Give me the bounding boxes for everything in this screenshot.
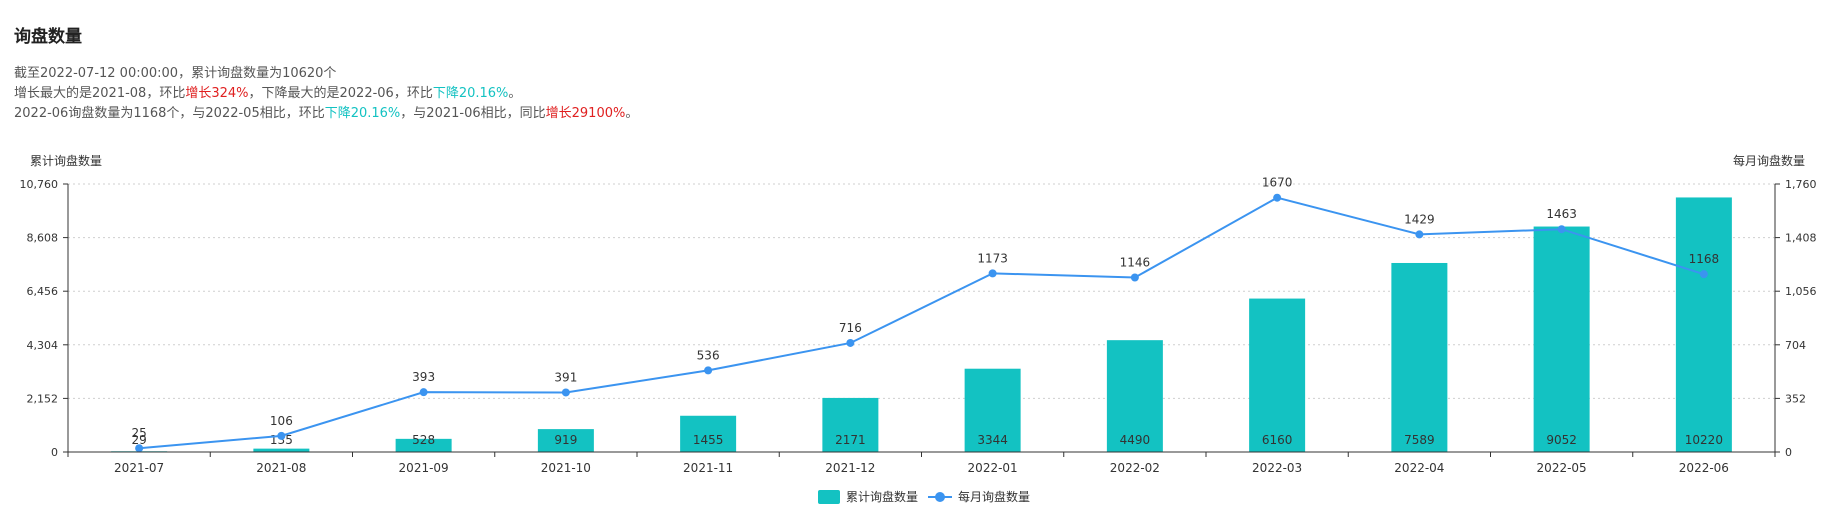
line-point [1273, 193, 1282, 202]
left-tick-label: 4,304 [27, 339, 59, 352]
x-tick-label: 2022-03 [1252, 461, 1302, 475]
x-tick-label: 2022-02 [1110, 461, 1160, 475]
summary-line-2: 增长最大的是2021-08，环比增长324%，下降最大的是2022-06，环比下… [14, 84, 638, 104]
x-tick-label: 2021-09 [399, 461, 449, 475]
left-tick-label: 0 [51, 446, 58, 459]
page-title: 询盘数量 [14, 27, 82, 47]
inquiry-chart: 累计询盘数量 每月询盘数量 29 135 528 919 1455 2171 3344 449… [20, 153, 1817, 475]
legend-line-label: 每月询盘数量 [958, 490, 1031, 504]
left-tick-label: 8,608 [27, 232, 59, 245]
bar-value-label: 9052 [1546, 433, 1577, 447]
line-value-label: 536 [697, 348, 720, 362]
x-tick-label: 2022-06 [1679, 461, 1729, 475]
line-point [135, 444, 144, 453]
line-value-label: 1670 [1262, 176, 1293, 190]
x-tick-label: 2022-01 [968, 461, 1018, 475]
right-tick-label: 1,760 [1785, 178, 1817, 191]
left-tick-label: 10,760 [20, 178, 59, 191]
bar-value-label: 919 [554, 433, 577, 447]
legend-item-bar[interactable]: 累计询盘数量 [818, 488, 918, 505]
line-series: 25 106 393 391 536 716 1173 1146 1670 1429 1463 116… [131, 176, 1720, 453]
summary-line-2-post: 。 [508, 86, 522, 101]
right-tick-label: 1,056 [1785, 285, 1817, 298]
bar [1391, 262, 1448, 452]
bar-value-label: 4490 [1120, 433, 1151, 447]
left-axis-label: 累计询盘数量 [30, 153, 102, 168]
line-point [846, 338, 855, 347]
bar-value-label: 3344 [977, 433, 1008, 447]
bar [1249, 298, 1306, 452]
line-value-label: 391 [554, 370, 577, 384]
line-value-label: 393 [412, 370, 435, 384]
line-point [1557, 225, 1566, 234]
mom-change-value: 下降20.16% [324, 106, 401, 121]
x-tick-label: 2021-12 [825, 461, 875, 475]
line-value-label: 1429 [1404, 212, 1435, 226]
bar [253, 448, 310, 452]
left-tick-label: 6,456 [27, 285, 59, 298]
left-tick-label: 2,152 [27, 392, 59, 405]
line-path [139, 196, 1705, 450]
line-point [988, 269, 997, 278]
line-point [1415, 230, 1424, 239]
x-tick-label: 2022-04 [1394, 461, 1444, 475]
bar-value-label: 2171 [835, 433, 866, 447]
bar-value-label: 528 [412, 433, 435, 447]
legend-bar-swatch [818, 489, 840, 504]
bar [1533, 226, 1590, 452]
summary-line-2-mid: ，下降最大的是2022-06，环比 [248, 86, 433, 101]
max-decrease-value: 下降20.16% [432, 86, 509, 101]
legend: 累计询盘数量 每月询盘数量 [818, 488, 1030, 505]
line-value-label: 716 [839, 321, 862, 335]
yoy-change-value: 增长29100% [545, 106, 626, 121]
bar-value-label: 10220 [1685, 433, 1723, 447]
line-point [277, 431, 286, 440]
legend-line-swatch [928, 490, 953, 504]
line-value-label: 1173 [977, 251, 1008, 265]
right-tick-label: 704 [1785, 339, 1806, 352]
bar-value-label: 7589 [1404, 433, 1435, 447]
right-tick-label: 1,408 [1785, 232, 1817, 245]
line-point [1699, 270, 1708, 279]
x-tick-label: 2021-10 [541, 461, 591, 475]
x-tick-label: 2021-08 [256, 461, 306, 475]
bar-value-label: 6160 [1262, 433, 1293, 447]
max-increase-value: 增长324% [185, 86, 249, 101]
right-tick-label: 0 [1785, 446, 1792, 459]
line-value-label: 1168 [1689, 252, 1720, 266]
x-tick-label: 2022-05 [1537, 461, 1587, 475]
grid-lines [68, 183, 1775, 399]
line-value-label: 1146 [1120, 255, 1151, 269]
x-tick-label: 2021-07 [114, 461, 164, 475]
line-point [419, 388, 428, 397]
bar [1675, 197, 1732, 452]
legend-bar-label: 累计询盘数量 [846, 490, 919, 504]
summary-line-3-mid: ，与2021-06相比，同比 [400, 106, 546, 121]
summary-line-1: 截至2022-07-12 00:00:00，累计询盘数量为10620个 [14, 66, 337, 81]
legend-item-line[interactable]: 每月询盘数量 [928, 488, 1030, 505]
summary-line-2-pre: 增长最大的是2021-08，环比 [14, 86, 186, 101]
x-tick-label: 2021-11 [683, 461, 733, 475]
summary-line-3-post: 。 [625, 106, 639, 121]
line-point [561, 388, 570, 397]
bar-value-label: 1455 [693, 433, 724, 447]
right-tick-label: 352 [1785, 392, 1806, 405]
summary-line-3-pre: 2022-06询盘数量为1168个，与2022-05相比，环比 [14, 106, 325, 121]
line-value-label: 1463 [1546, 207, 1577, 221]
right-axis-label: 每月询盘数量 [1733, 153, 1805, 168]
summary-text: 截至2022-07-12 00:00:00，累计询盘数量为10620个 增长最大… [14, 64, 638, 124]
summary-line-3: 2022-06询盘数量为1168个，与2022-05相比，环比下降20.16%，… [14, 104, 638, 124]
line-point [704, 366, 713, 375]
line-value-label: 25 [131, 426, 146, 440]
line-value-label: 106 [270, 414, 293, 428]
line-point [1130, 273, 1139, 282]
